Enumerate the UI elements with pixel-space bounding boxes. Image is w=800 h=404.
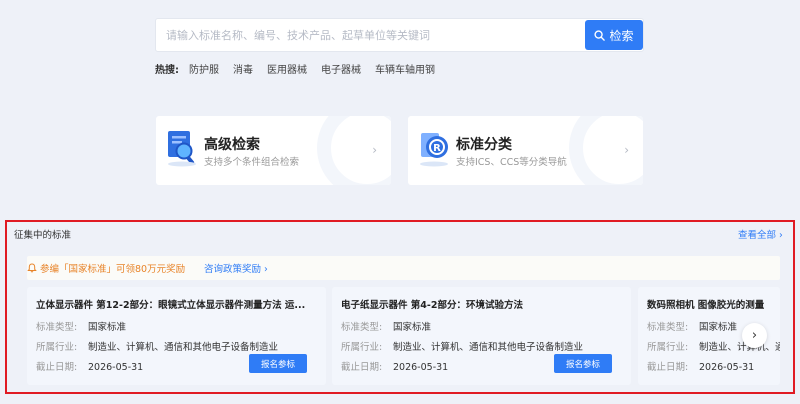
standard-type-row: 标准类型: 国家标准 (647, 319, 737, 333)
standard-industry: 制造业、计算机、通信和其他电子设备制造业 (393, 342, 584, 353)
section-title: 征集中的标准 (14, 230, 72, 241)
chevron-right-icon: › (751, 328, 758, 343)
view-all-link[interactable]: 查看全部 › (738, 227, 783, 241)
field-label: 截止日期: (36, 362, 78, 373)
hot-searches-label: 热搜: (155, 65, 179, 76)
field-label: 所属行业: (647, 342, 689, 353)
search-icon (594, 29, 606, 41)
standard-card[interactable]: 电子纸显示器件 第4-2部分：环境试验方法 标准类型: 国家标准 所属行业: 制造业… (332, 287, 631, 385)
card-decoration (569, 116, 643, 185)
advanced-search-icon (168, 131, 196, 167)
hot-search-item[interactable]: 电子器械 (321, 61, 361, 76)
hot-searches: 热搜: 防护服 消毒 医用器械 电子器械 车辆车轴用钢 (155, 61, 435, 76)
chevron-right-icon: › (372, 143, 377, 157)
standard-type: 国家标准 (393, 322, 432, 333)
reward-banner: 参编「国家标准」可领80万元奖励 咨询政策奖励 › (27, 256, 780, 280)
standard-type: 国家标准 (699, 322, 738, 333)
join-standard-button[interactable]: 报名参标 (249, 354, 307, 373)
carousel-next-button[interactable]: › (742, 323, 767, 348)
hot-search-item[interactable]: 防护服 (189, 61, 219, 76)
standard-deadline-row: 截止日期: 2026-05-31 (341, 359, 448, 373)
standard-industry-row: 所属行业: 制造业、计算机、通信和其他电子设备制造业 (341, 339, 583, 353)
banner-text: 参编「国家标准」可领80万元奖励 (40, 264, 186, 275)
bell-icon (27, 263, 37, 273)
field-label: 所属行业: (36, 342, 78, 353)
hot-search-item[interactable]: 消毒 (233, 61, 253, 76)
category-icon: R (420, 133, 448, 167)
field-label: 标准类型: (647, 322, 689, 333)
search-button-label: 检索 (609, 28, 634, 43)
standard-industry: 制造业、计算机、通 (699, 342, 780, 353)
hot-search-item[interactable]: 医用器械 (267, 61, 307, 76)
search-input[interactable] (156, 19, 584, 51)
category-subtitle: 支持ICS、CCS等分类导航 (456, 157, 567, 168)
standard-title[interactable]: 立体显示器件 第12-2部分：眼镜式立体显示器件测量方法 运... (36, 297, 318, 311)
svg-text:R: R (433, 143, 441, 154)
hot-search-item[interactable]: 车辆车轴用钢 (375, 61, 435, 76)
card-decoration (317, 116, 391, 185)
standard-deadline: 2026-05-31 (699, 362, 755, 373)
standard-type: 国家标准 (88, 322, 127, 333)
standard-title[interactable]: 数码照相机 图像胶光的测量 (647, 297, 780, 311)
field-label: 标准类型: (36, 322, 78, 333)
search-button[interactable]: 检索 (585, 20, 643, 50)
chevron-right-icon: › (624, 143, 629, 157)
standard-title[interactable]: 电子纸显示器件 第4-2部分：环境试验方法 (341, 297, 623, 311)
advanced-search-card[interactable]: 高级检索 支持多个条件组合检索 › (156, 116, 391, 185)
standard-deadline: 2026-05-31 (88, 362, 144, 373)
standard-category-card[interactable]: R 标准分类 支持ICS、CCS等分类导航 › (408, 116, 643, 185)
standard-type-row: 标准类型: 国家标准 (341, 319, 431, 333)
standard-deadline-row: 截止日期: 2026-05-31 (647, 359, 754, 373)
standard-industry-row: 所属行业: 制造业、计算机、通信和其他电子设备制造业 (36, 339, 278, 353)
standard-type-row: 标准类型: 国家标准 (36, 319, 126, 333)
standard-card[interactable]: 立体显示器件 第12-2部分：眼镜式立体显示器件测量方法 运... 标准类型: 国… (27, 287, 326, 385)
policy-consult-link[interactable]: 咨询政策奖励 › (204, 261, 268, 275)
field-label: 所属行业: (341, 342, 383, 353)
standard-industry: 制造业、计算机、通信和其他电子设备制造业 (88, 342, 279, 353)
banner-text-wrap: 参编「国家标准」可领80万元奖励 (27, 261, 185, 275)
category-title: 标准分类 (456, 137, 512, 153)
field-label: 截止日期: (647, 362, 689, 373)
search-box: 检索 (155, 18, 644, 52)
join-standard-button[interactable]: 报名参标 (554, 354, 612, 373)
field-label: 截止日期: (341, 362, 383, 373)
standard-deadline-row: 截止日期: 2026-05-31 (36, 359, 143, 373)
standard-deadline: 2026-05-31 (393, 362, 449, 373)
advanced-search-title: 高级检索 (204, 137, 260, 153)
field-label: 标准类型: (341, 322, 383, 333)
advanced-search-subtitle: 支持多个条件组合检索 (204, 157, 300, 168)
